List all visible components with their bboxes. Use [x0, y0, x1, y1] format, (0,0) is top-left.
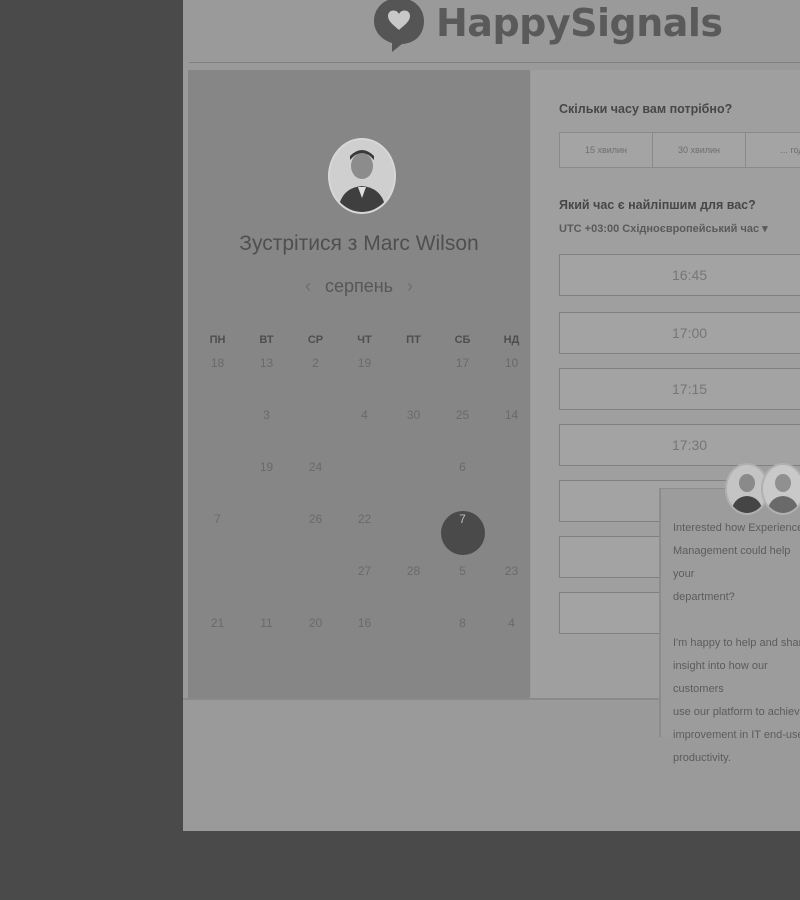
weekday-label: ВТ	[259, 334, 274, 346]
host-avatar	[328, 138, 396, 214]
calendar-day[interactable]: 2	[291, 351, 340, 403]
calendar-day[interactable]	[193, 559, 242, 611]
duration-question: Скільки часу вам потрібно?	[559, 102, 733, 116]
calendar-day[interactable]: 16	[340, 611, 389, 663]
calendar-day[interactable]: 28	[389, 559, 438, 611]
calendar-day[interactable]: 5	[438, 559, 487, 611]
calendar-day[interactable]	[389, 507, 438, 559]
calendar-day[interactable]: 4	[340, 403, 389, 455]
weekday-label: ПН	[209, 334, 226, 346]
header-divider	[189, 62, 800, 63]
duration-selector: 15 хвилин 30 хвилин ... год	[559, 132, 800, 168]
calendar-day[interactable]: 24	[291, 455, 340, 507]
calendar-day[interactable]: 3	[242, 403, 291, 455]
calendar-day[interactable]: 27	[340, 559, 389, 611]
calendar-day[interactable]	[291, 403, 340, 455]
calendar-day[interactable]	[487, 455, 536, 507]
duration-option[interactable]: 15 хвилин	[560, 133, 653, 167]
calendar-day[interactable]: 26	[291, 507, 340, 559]
brand-logo: HappySignals	[368, 0, 723, 54]
booking-page: HappySignals Зустрітися з Marc Wilson ‹ …	[183, 0, 800, 831]
calendar-day[interactable]: 13	[242, 351, 291, 403]
calendar-day[interactable]: 8	[438, 611, 487, 663]
weekday-label: СБ	[454, 334, 471, 346]
calendar-day[interactable]: 23	[487, 559, 536, 611]
timezone-selector[interactable]: UTC +03:00 Східноєвропейський час ▾	[559, 222, 768, 235]
weekday-label: СР	[307, 334, 324, 346]
calendar-day[interactable]	[487, 507, 536, 559]
chat-popup[interactable]: Interested how Experience Management cou…	[659, 463, 800, 764]
calendar-day[interactable]: 25	[438, 403, 487, 455]
calendar-day[interactable]: 21	[193, 611, 242, 663]
calendar-day[interactable]	[193, 403, 242, 455]
calendar-day[interactable]: 19	[340, 351, 389, 403]
calendar-day[interactable]: 7	[193, 507, 242, 559]
calendar-day[interactable]	[193, 455, 242, 507]
time-slot[interactable]: 17:30	[559, 424, 800, 466]
calendar-day[interactable]	[389, 351, 438, 403]
calendar-day[interactable]	[340, 455, 389, 507]
calendar-day[interactable]: 11	[242, 611, 291, 663]
calendar-day[interactable]: 17	[438, 351, 487, 403]
time-slot[interactable]: 17:00	[559, 312, 800, 354]
calendar-title: Зустрітися з Marc Wilson	[239, 232, 479, 255]
person-photo-icon	[763, 465, 800, 513]
calendar-day[interactable]: 4	[487, 611, 536, 663]
person-photo-icon	[330, 140, 394, 212]
duration-option[interactable]: 30 хвилин	[653, 133, 746, 167]
weekday-label: ПТ	[406, 334, 421, 346]
calendar-day[interactable]	[242, 507, 291, 559]
calendar-day[interactable]: 10	[487, 351, 536, 403]
time-slot-label: 17:00	[672, 325, 708, 341]
calendar-day[interactable]: 7	[438, 507, 487, 559]
chevron-left-icon[interactable]: ‹	[305, 276, 311, 297]
time-slot-label: 17:30	[672, 437, 708, 453]
month-label: серпень	[324, 276, 394, 296]
time-slot[interactable]: 16:45	[559, 254, 800, 296]
agent-avatar	[761, 463, 800, 515]
calendar-panel: Зустрітися з Marc Wilson ‹ серпень › ПН …	[188, 70, 530, 698]
calendar-day[interactable]: 6	[438, 455, 487, 507]
time-slot[interactable]: 17:15	[559, 368, 800, 410]
chat-message: Interested how Experience Management cou…	[673, 522, 800, 764]
calendar-grid: 18 13 2 19 17 10 3 4 30 25 14 19 24 6 7 26 22 7 27 28 5 23 21 1…	[193, 351, 535, 663]
time-question: Який час є найліпшим для вас?	[559, 198, 756, 212]
calendar-day[interactable]	[242, 559, 291, 611]
time-slot-label: 16:45	[672, 267, 708, 283]
calendar-day[interactable]: 20	[291, 611, 340, 663]
weekday-header: ПН ВТ СР ЧТ ПТ СБ НД	[193, 334, 535, 346]
calendar-day[interactable]: 30	[389, 403, 438, 455]
calendar-day[interactable]: 19	[242, 455, 291, 507]
calendar-day[interactable]	[389, 611, 438, 663]
month-navigation: ‹ серпень ›	[188, 276, 530, 297]
calendar-day[interactable]: 22	[340, 507, 389, 559]
calendar-day[interactable]	[291, 559, 340, 611]
calendar-day[interactable]: 18	[193, 351, 242, 403]
duration-option[interactable]: ... год	[746, 133, 800, 167]
calendar-day[interactable]	[389, 455, 438, 507]
weekday-label: НД	[503, 334, 520, 346]
chevron-right-icon[interactable]: ›	[407, 276, 413, 297]
time-slot-label: 17:15	[672, 381, 708, 397]
brand-name: HappySignals	[436, 1, 723, 45]
heart-speech-bubble-icon	[374, 0, 424, 52]
calendar-day[interactable]: 14	[487, 403, 536, 455]
weekday-label: ЧТ	[357, 334, 372, 346]
